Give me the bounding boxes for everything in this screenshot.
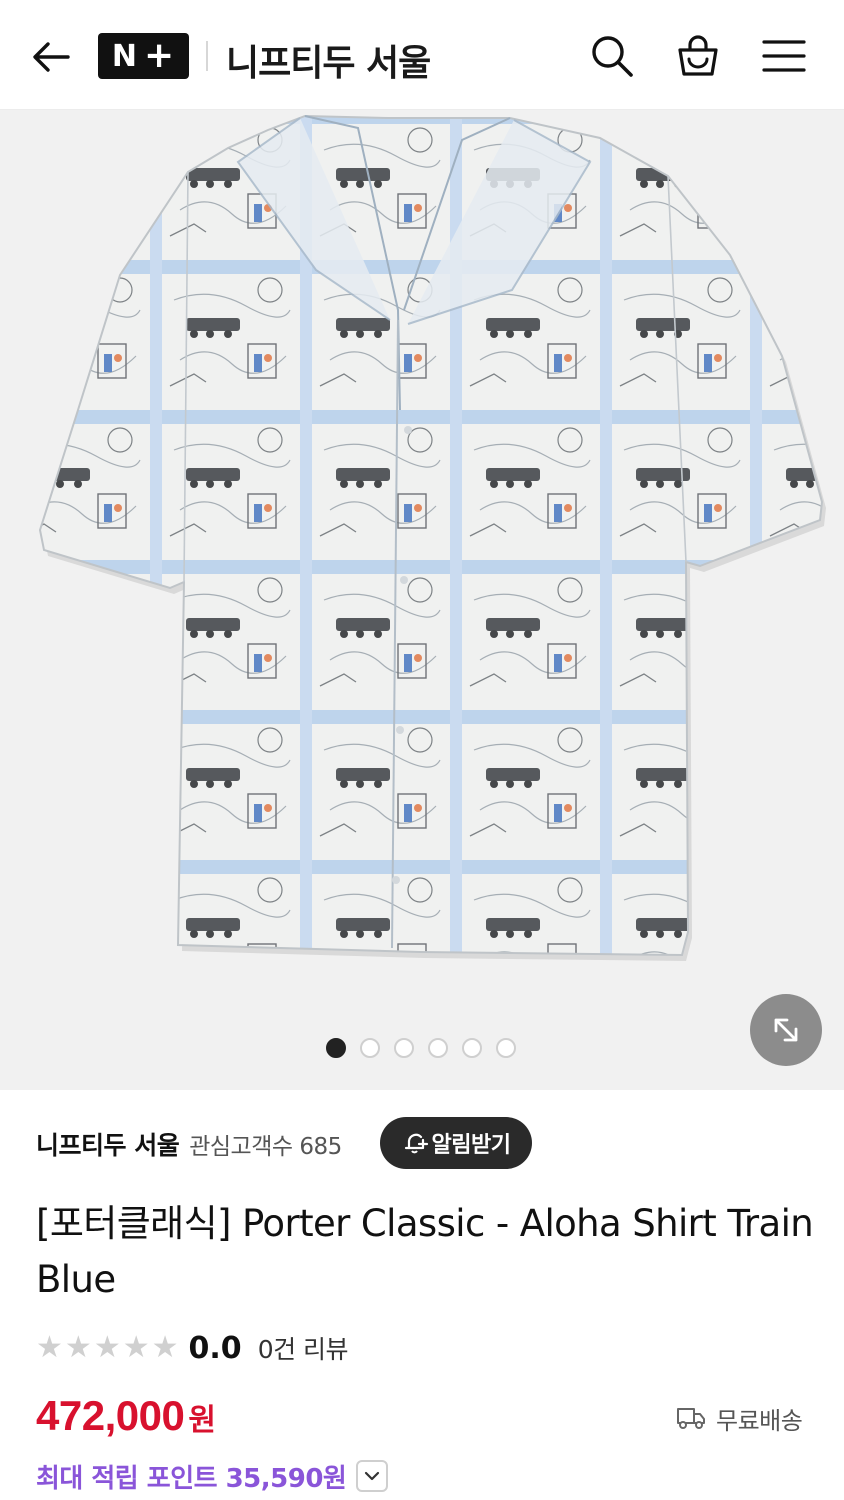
top-app-bar: N + 니프티두 서울 <box>0 0 844 110</box>
expand-image-button[interactable] <box>750 994 822 1066</box>
review-count-link[interactable]: 0건 리뷰 <box>258 1330 349 1366</box>
points-toggle-button[interactable] <box>356 1460 389 1492</box>
shipping-info: 무료배송 <box>676 1400 803 1436</box>
notify-label: 알림받기 <box>431 1133 511 1158</box>
expand-icon <box>774 1018 798 1042</box>
store-name[interactable]: 니프티두 서울 <box>36 1126 180 1162</box>
follower-count: 관심고객수 685 <box>189 1134 342 1160</box>
star-icon: ★ <box>93 1330 121 1365</box>
search-icon <box>592 36 633 77</box>
hamburger-menu-icon <box>762 40 806 72</box>
bell-plus-icon <box>404 1133 428 1154</box>
n-plus-logo[interactable]: N + <box>98 33 189 79</box>
rating-summary[interactable]: ★ ★ ★ ★ ★ 0.0 0건 리뷰 <box>36 1328 349 1368</box>
shopping-bag-icon <box>678 35 718 76</box>
menu-button[interactable] <box>758 30 810 82</box>
arrow-left-icon <box>33 42 70 72</box>
product-image[interactable] <box>0 110 844 1090</box>
delivery-truck-icon <box>677 1408 705 1429</box>
page-title[interactable]: 니프티두 서울 <box>226 34 431 86</box>
notify-button[interactable]: 알림받기 <box>380 1117 532 1169</box>
rating-value: 0.0 <box>188 1330 242 1366</box>
pagination-dot[interactable] <box>462 1038 482 1058</box>
pagination-dot[interactable] <box>394 1038 414 1058</box>
pagination-dot[interactable] <box>360 1038 380 1058</box>
price: 472,000 원 <box>36 1392 216 1448</box>
star-icon: ★ <box>122 1330 150 1365</box>
logo-plus: + <box>143 35 176 76</box>
star-rating: ★ ★ ★ ★ ★ <box>36 1333 179 1363</box>
price-amount: 472,000 <box>36 1392 185 1439</box>
pagination-dot[interactable] <box>326 1038 346 1058</box>
header-divider <box>206 41 208 71</box>
price-currency: 원 <box>188 1403 216 1438</box>
store-info: 니프티두 서울 관심고객수 685 <box>36 1120 342 1168</box>
cart-button[interactable] <box>672 30 724 82</box>
shipping-label: 무료배송 <box>716 1406 803 1435</box>
chevron-down-icon <box>365 1471 380 1481</box>
logo-text: N <box>111 38 138 74</box>
product-image-gallery[interactable] <box>0 110 844 1090</box>
image-pagination <box>326 1038 516 1058</box>
back-button[interactable] <box>28 34 74 80</box>
search-button[interactable] <box>586 30 638 82</box>
star-icon: ★ <box>151 1330 179 1365</box>
pagination-dot[interactable] <box>428 1038 448 1058</box>
star-icon: ★ <box>64 1330 92 1365</box>
points-info[interactable]: 최대 적립 포인트 35,590원 <box>36 1456 389 1496</box>
pagination-dot[interactable] <box>496 1038 516 1058</box>
product-title: [포터클래식] Porter Classic - Aloha Shirt Tra… <box>36 1202 814 1301</box>
max-points: 최대 적립 포인트 35,590원 <box>36 1463 347 1494</box>
star-icon: ★ <box>36 1330 63 1365</box>
